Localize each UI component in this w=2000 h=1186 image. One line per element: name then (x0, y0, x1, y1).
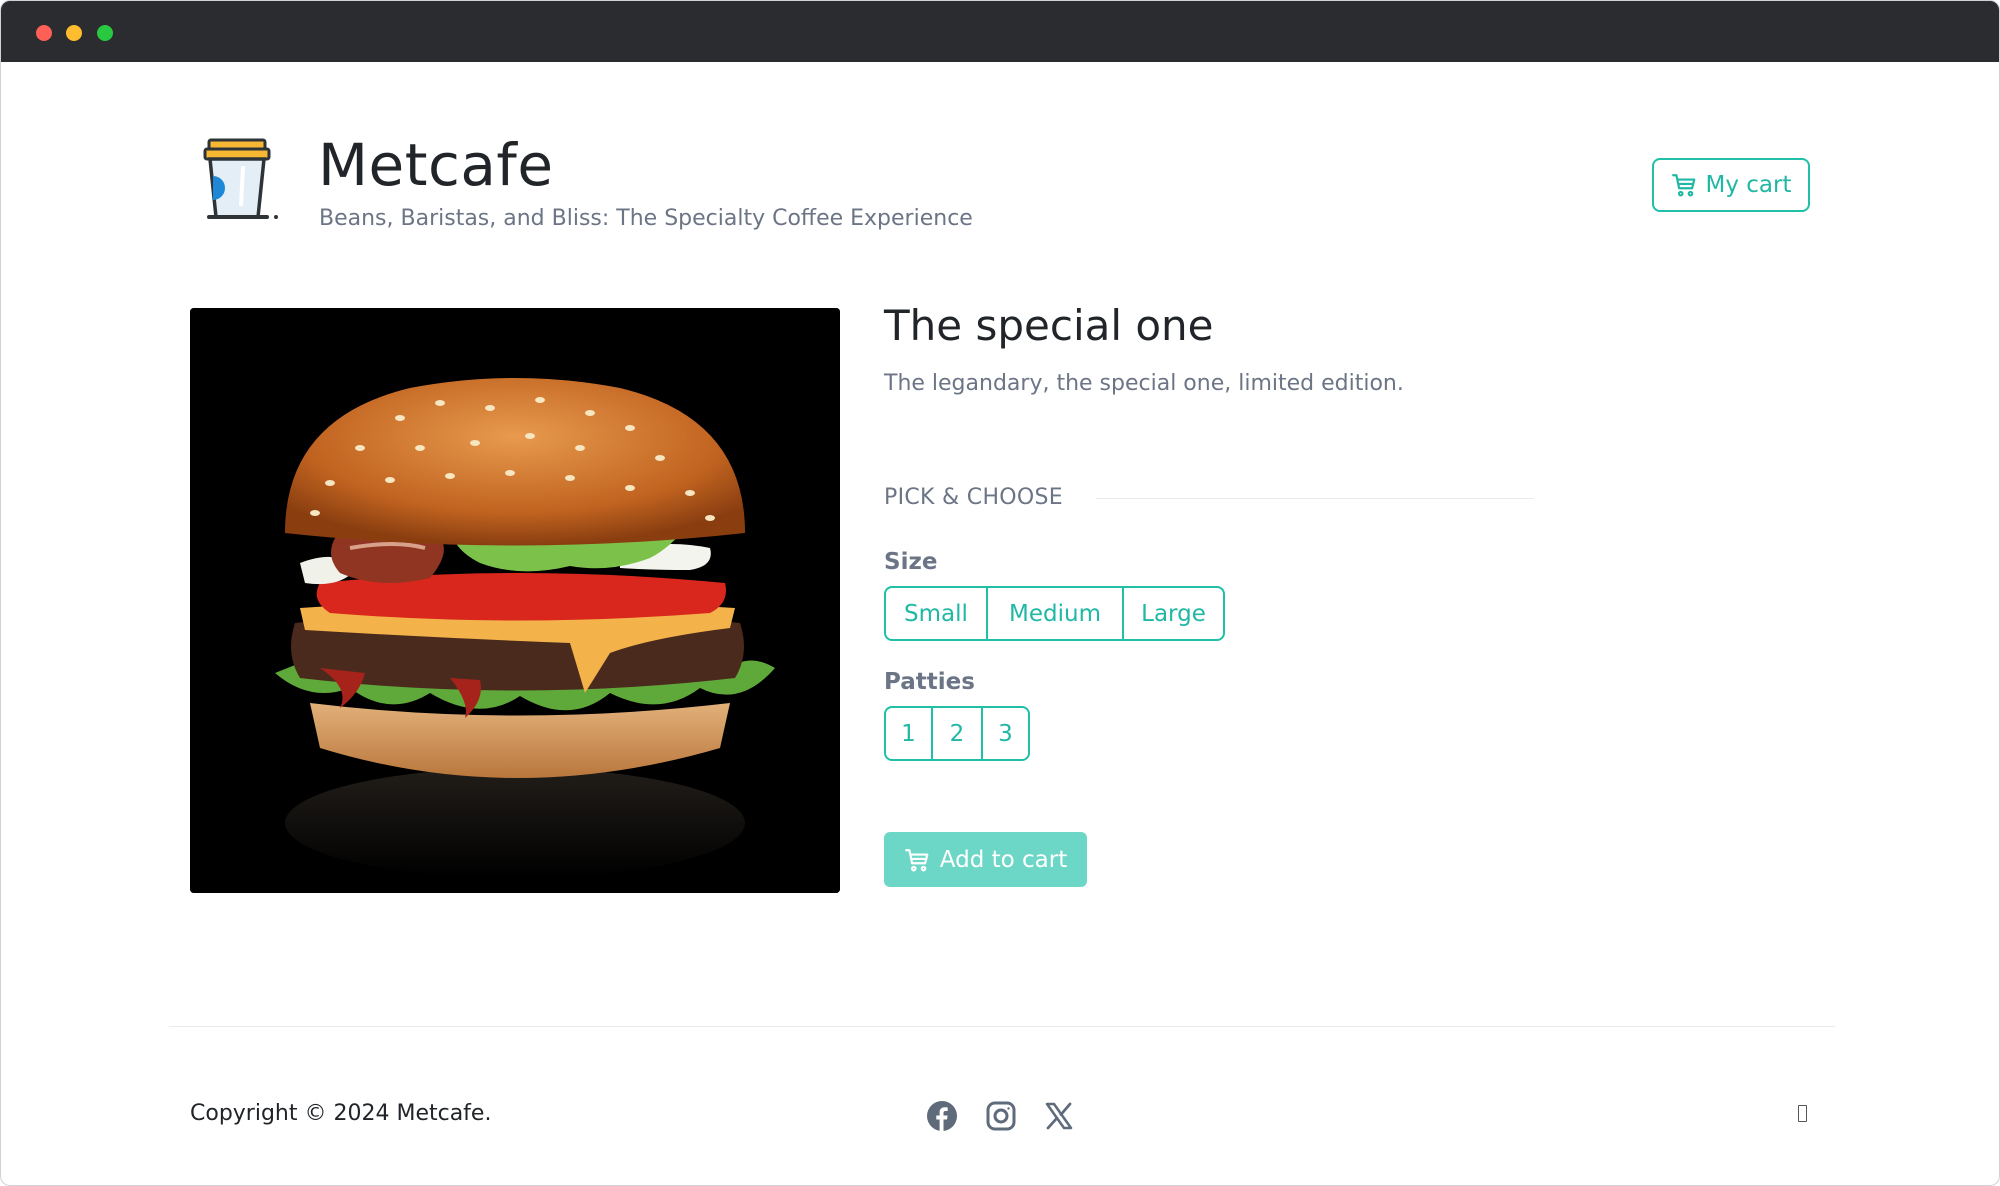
product-title: The special one (884, 301, 1214, 350)
x-icon[interactable] (1043, 1100, 1075, 1132)
size-selector: Small Medium Large (884, 586, 1225, 641)
minimize-window-button[interactable] (66, 25, 82, 41)
facebook-icon[interactable] (926, 1100, 958, 1132)
pick-and-choose-heading: PICK & CHOOSE (884, 485, 1063, 510)
add-to-cart-button[interactable]: Add to cart (884, 832, 1087, 887)
close-window-button[interactable] (36, 25, 52, 41)
size-option-large[interactable]: Large (1122, 588, 1223, 639)
patties-option-2[interactable]: 2 (931, 708, 981, 759)
coffee-cup-logo-icon[interactable] (201, 136, 285, 226)
my-cart-button[interactable]: My cart (1652, 158, 1810, 212)
copyright-text: Copyright © 2024 Metcafe. (190, 1101, 492, 1126)
patties-label: Patties (884, 669, 975, 695)
window-titlebar (1, 1, 1999, 62)
instagram-icon[interactable] (985, 1100, 1017, 1132)
maximize-window-button[interactable] (97, 25, 113, 41)
site-title[interactable]: Metcafe (318, 131, 554, 199)
patties-option-1[interactable]: 1 (886, 708, 931, 759)
size-label: Size (884, 549, 938, 575)
cart-icon (904, 848, 929, 871)
patties-option-3[interactable]: 3 (981, 708, 1028, 759)
my-cart-label: My cart (1705, 172, 1792, 198)
site-tagline: Beans, Baristas, and Bliss: The Specialt… (319, 206, 973, 231)
placeholder-glyph-icon (1798, 1105, 1807, 1122)
size-option-small[interactable]: Small (886, 588, 986, 639)
cart-icon (1671, 174, 1695, 197)
section-divider (1096, 498, 1534, 499)
product-image (190, 308, 840, 893)
product-description: The legandary, the special one, limited … (884, 371, 1404, 396)
browser-window: Metcafe Beans, Baristas, and Bliss: The … (0, 0, 2000, 1186)
size-option-medium[interactable]: Medium (986, 588, 1122, 639)
footer-divider (169, 1026, 1835, 1027)
patties-selector: 1 2 3 (884, 706, 1030, 761)
add-to-cart-label: Add to cart (939, 846, 1068, 873)
